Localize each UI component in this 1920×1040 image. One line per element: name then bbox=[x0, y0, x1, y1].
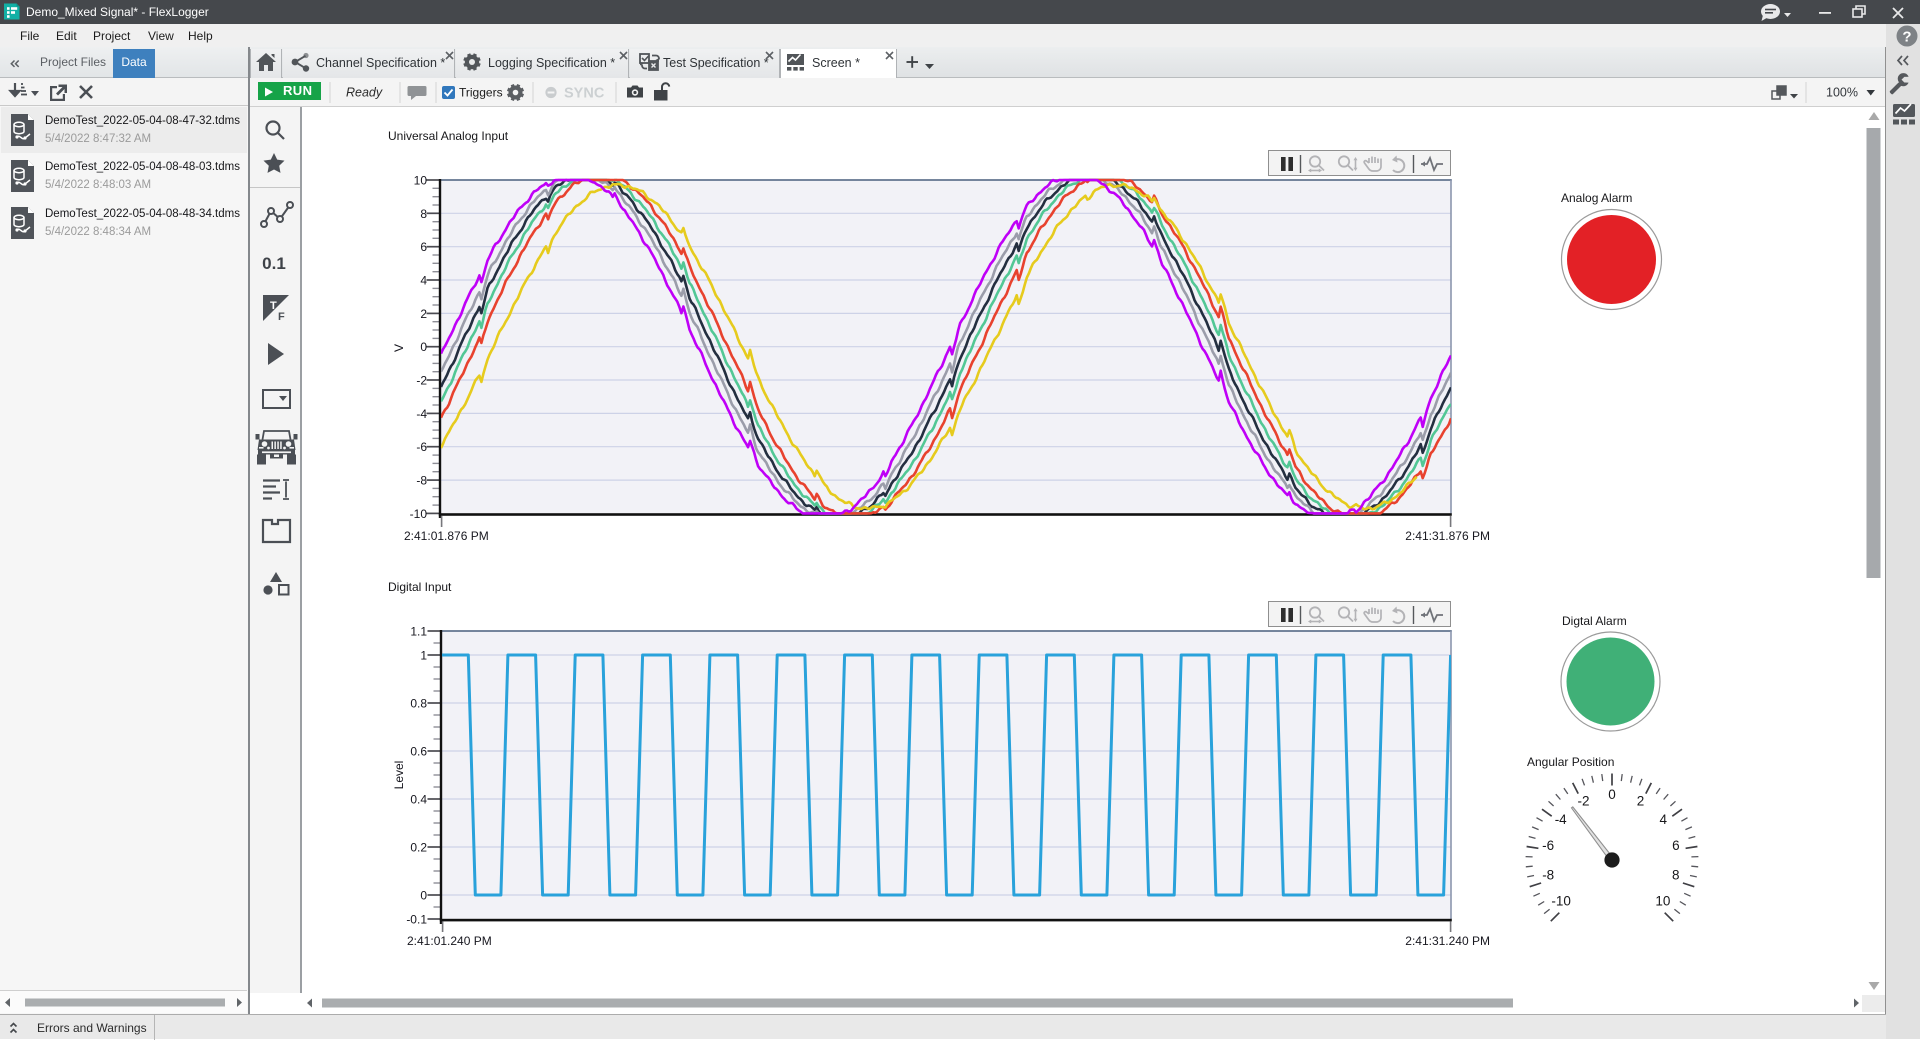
svg-text:Analog Alarm: Analog Alarm bbox=[1561, 191, 1632, 205]
svg-text:-2: -2 bbox=[1577, 794, 1589, 809]
svg-text:Channel Specification *: Channel Specification * bbox=[316, 56, 445, 70]
svg-text:Ready: Ready bbox=[346, 86, 383, 100]
svg-text:-10: -10 bbox=[1551, 894, 1571, 909]
svg-text:8: 8 bbox=[420, 207, 427, 221]
svg-text:Level: Level bbox=[392, 761, 406, 790]
svg-text:0: 0 bbox=[1608, 787, 1616, 802]
svg-text:-4: -4 bbox=[416, 407, 427, 421]
svg-text:V: V bbox=[392, 344, 406, 352]
svg-text:2: 2 bbox=[1637, 794, 1645, 809]
svg-text:2:41:01.240 PM: 2:41:01.240 PM bbox=[407, 934, 492, 948]
svg-text:0.6: 0.6 bbox=[410, 745, 427, 759]
svg-text:0: 0 bbox=[420, 889, 427, 903]
svg-text:100%: 100% bbox=[1826, 86, 1858, 100]
svg-text:-8: -8 bbox=[1542, 868, 1554, 883]
svg-text:0.4: 0.4 bbox=[410, 793, 427, 807]
svg-text:2:41:31.876 PM: 2:41:31.876 PM bbox=[1405, 529, 1490, 543]
svg-text:Test Specification *: Test Specification * bbox=[663, 56, 769, 70]
svg-text:6: 6 bbox=[1672, 838, 1680, 853]
svg-text:-6: -6 bbox=[1542, 838, 1554, 853]
svg-text:2: 2 bbox=[420, 307, 427, 321]
svg-text:Universal Analog Input: Universal Analog Input bbox=[388, 129, 509, 143]
svg-text:Triggers: Triggers bbox=[459, 86, 503, 100]
svg-text:-8: -8 bbox=[416, 474, 427, 488]
svg-text:SYNC: SYNC bbox=[564, 86, 605, 102]
svg-text:0.1: 0.1 bbox=[262, 254, 286, 273]
svg-text:Digtal Alarm: Digtal Alarm bbox=[1562, 614, 1627, 628]
svg-text:0: 0 bbox=[420, 340, 427, 354]
svg-text:2:41:31.240 PM: 2:41:31.240 PM bbox=[1405, 934, 1490, 948]
svg-text:-0.1: -0.1 bbox=[406, 913, 427, 927]
svg-text:Screen *: Screen * bbox=[812, 56, 860, 70]
svg-text:6: 6 bbox=[420, 240, 427, 254]
svg-text:-10: -10 bbox=[410, 507, 428, 521]
svg-text:-4: -4 bbox=[1555, 812, 1567, 827]
svg-text:2:41:01.876 PM: 2:41:01.876 PM bbox=[404, 529, 489, 543]
svg-text:-2: -2 bbox=[416, 374, 427, 388]
svg-text:1: 1 bbox=[420, 649, 427, 663]
svg-text:F: F bbox=[278, 311, 285, 323]
svg-text:0.2: 0.2 bbox=[410, 841, 427, 855]
svg-text:8: 8 bbox=[1672, 868, 1680, 883]
svg-text:?: ? bbox=[1902, 29, 1911, 46]
svg-text:4: 4 bbox=[1660, 812, 1668, 827]
svg-text:10: 10 bbox=[1655, 894, 1670, 909]
svg-text:Digital Input: Digital Input bbox=[388, 580, 452, 594]
svg-text:10: 10 bbox=[414, 174, 428, 188]
svg-text:1.1: 1.1 bbox=[410, 625, 427, 639]
svg-text:-6: -6 bbox=[416, 440, 427, 454]
svg-text:0.8: 0.8 bbox=[410, 697, 427, 711]
svg-text:Logging Specification *: Logging Specification * bbox=[488, 56, 615, 70]
svg-text:4: 4 bbox=[420, 274, 427, 288]
svg-text:T: T bbox=[270, 300, 277, 312]
